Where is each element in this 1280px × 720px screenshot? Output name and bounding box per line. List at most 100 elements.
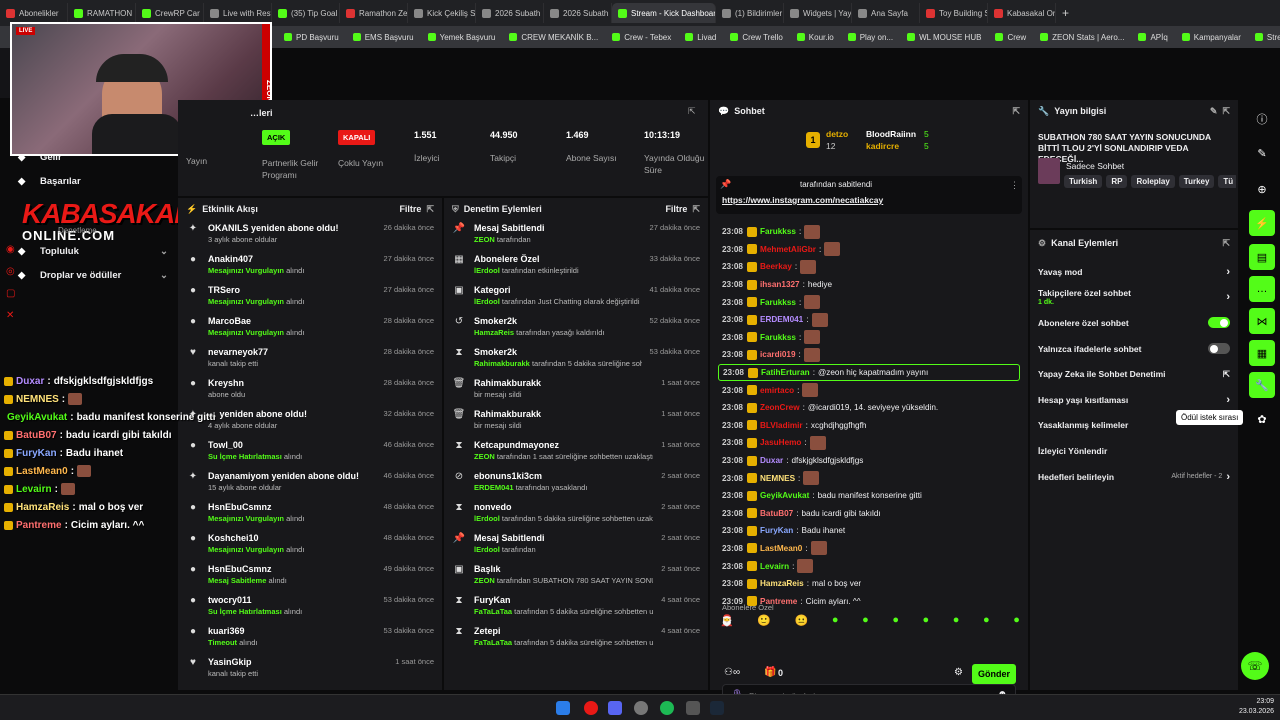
app-icon[interactable] [686, 701, 700, 715]
chat-username[interactable]: Farukkss [760, 227, 796, 236]
category-name[interactable]: Sadece Sohbet [1066, 161, 1124, 171]
list-item[interactable]: ● TRSero Mesajınızı Vurgulayın alındı 27 da… [178, 282, 442, 313]
list-item[interactable]: ● HsnEbuCsmnz Mesajınızı Vurgulayın alındı… [178, 499, 442, 530]
channel-action-item[interactable]: Hesap yaşı kısıtlaması › [1030, 387, 1238, 413]
settings-icon[interactable]: ⚙ [954, 667, 963, 678]
sidebar-item[interactable]: ◆ Topluluk ⌄ [18, 246, 168, 257]
list-item[interactable]: ⧗ Zetepi FaTaLaTaa tarafından 5 dakika sür… [444, 623, 708, 654]
bookmark-item[interactable]: Kampanyalar [1181, 33, 1241, 42]
chat-username[interactable]: FuryKan [760, 526, 793, 535]
list-item[interactable]: ⧗ Ketcapundmayonez ZEON tarafından 1 saat … [444, 437, 708, 468]
browser-tab[interactable]: (35) Tip Goal [272, 3, 340, 23]
browser-tab[interactable]: Stream - Kick Dashboard [612, 3, 716, 23]
browser-tab[interactable]: Live with Rest [204, 3, 272, 23]
bookmark-item[interactable]: WL MOUSE HUB [907, 33, 981, 42]
tag-chip[interactable]: Tü [1218, 175, 1236, 188]
emote-bar[interactable]: 🎅 🙂 😐 ● ● ● ● ● ● ● [720, 614, 1020, 638]
send-button[interactable]: Gönder [972, 664, 1016, 684]
category-thumbnail[interactable] [1038, 158, 1060, 184]
sidebar-item[interactable]: ◆ Başarılar [18, 176, 168, 187]
chat-message[interactable]: 23:08 icardi019: [710, 346, 1028, 364]
list-item[interactable]: ● Towl_00 Su İçme Hatırlatması alındı 46 da… [178, 437, 442, 468]
action-control[interactable] [1208, 317, 1230, 329]
chat-message[interactable]: 23:08 HamzaReis: mal o boş ver [710, 575, 1028, 593]
bookmark-item[interactable]: Play on... [847, 33, 893, 42]
pinned-message[interactable]: 📌 tarafından sabitlendi https://www.inst… [716, 176, 1022, 214]
home-icon[interactable]: ◉ [6, 244, 15, 255]
chat-message[interactable]: 23:08 FuryKan: Badu ihanet [710, 522, 1028, 540]
chat-message[interactable]: 23:08 ERDEM041: [710, 311, 1028, 329]
chat-message[interactable]: 23:08 MehmetAliGbr: [710, 241, 1028, 259]
chat-message[interactable]: 23:08 GeyikAvukat: badu manifest konserine… [710, 487, 1028, 505]
chat-username[interactable]: icardi019 [760, 350, 796, 359]
bookmark-item[interactable]: Yemek Başvuru [427, 33, 495, 42]
chat-message[interactable]: 23:08 NEMNES: [710, 469, 1028, 487]
browser-tab[interactable]: Ana Sayfa [852, 3, 920, 23]
list-item[interactable]: ↺ Smoker2k HamzaReis tarafından yasağı kal… [444, 313, 708, 344]
gift-icon[interactable]: ✿ [1249, 406, 1275, 432]
list-item[interactable]: ▣ Kategori lErdool tarafından Just Chattin… [444, 282, 708, 313]
list-item[interactable]: ⧗ nonvedo lErdool tarafından 5 dakika süre… [444, 499, 708, 530]
chat-icon[interactable]: ▢ [6, 288, 15, 299]
browser-tab[interactable]: RAMATHON [68, 3, 136, 23]
bookmark-item[interactable]: APİq [1138, 33, 1168, 42]
toggle-switch[interactable] [1208, 317, 1230, 329]
activity-filter-button[interactable]: Filtre [399, 204, 421, 214]
sidebar-item[interactable]: ◆ Droplar ve ödüller ⌄ [18, 270, 168, 281]
bookmark-item[interactable]: Livad [685, 33, 716, 42]
support-button[interactable]: ☏ [1241, 652, 1269, 680]
chat-username[interactable]: GeyikAvukat [760, 491, 809, 500]
chat-message[interactable]: 23:08 ZeonCrew: @icardi019, 14. seviyeye y… [710, 399, 1028, 417]
chat-username[interactable]: LastMean0 [760, 544, 802, 553]
list-item[interactable]: ● HsnEbuCsmnz Mesaj Sabitleme alındı 49 dak… [178, 561, 442, 592]
list-item[interactable]: ● Anakin407 Mesajınızı Vurgulayın alındı 27… [178, 251, 442, 282]
list-item[interactable]: ● Koshchei10 Mesajınızı Vurgulayın alındı 4… [178, 530, 442, 561]
action-control[interactable]: › [1226, 266, 1230, 278]
chat-username[interactable]: Levairn [760, 562, 789, 571]
chat-message[interactable]: 23:08 ihsan1327: hediye [710, 276, 1028, 294]
browser-tab[interactable]: Kick Çekiliş S [408, 3, 476, 23]
popout-icon[interactable]: ⇱ [426, 204, 434, 215]
chat-username[interactable]: HamzaReis [760, 579, 804, 588]
bookmark-item[interactable]: EMS Başvuru [352, 33, 414, 42]
gifter-name[interactable]: kadircre [866, 141, 899, 151]
bookmark-item[interactable]: Crew Trello [730, 33, 783, 42]
bookmark-item[interactable]: Streamer Panel [1254, 33, 1280, 42]
popout-icon[interactable]: ⇱ [1012, 106, 1020, 117]
chat-username[interactable]: emirtaco [760, 386, 794, 395]
action-control[interactable]: › [1226, 291, 1230, 303]
chat-message[interactable]: 23:08 BatuB07: badu icardi gibi takıldı [710, 505, 1028, 523]
list-item[interactable]: ▦ Abonelere Özel lErdool tarafından etkinl… [444, 251, 708, 282]
chat-message[interactable]: 23:08 Farukkss: [710, 329, 1028, 347]
list-icon[interactable]: ▦ [1249, 340, 1275, 366]
list-item[interactable]: ● twocry011 Su İçme Hatırlatması alındı 53 … [178, 592, 442, 623]
list-item[interactable]: 📌 Mesaj Sabitlendi lErdool tarafından 2 saa… [444, 530, 708, 561]
chat-message[interactable]: 23:08 Levairn: [710, 557, 1028, 575]
list-item[interactable]: ⊘ ebonuns1ki3cm ERDEM041 tarafından yasakl… [444, 468, 708, 499]
chat-username[interactable]: ERDEM041 [760, 315, 803, 324]
list-item[interactable]: ● Kreyshn abone oldu 28 dakika önce [178, 375, 442, 406]
infinity-icon[interactable]: ⚇∞ [724, 667, 740, 678]
action-control[interactable]: › [1226, 394, 1230, 406]
discord-icon[interactable] [608, 701, 622, 715]
channel-action-item[interactable]: Yavaş mod › [1030, 259, 1238, 285]
gifter-name[interactable]: BloodRaiinn [866, 129, 916, 139]
action-control[interactable]: Aktif hedefler - 2 › [1171, 471, 1230, 483]
chat-username[interactable]: JasuHemo [760, 438, 801, 447]
chat-username[interactable]: Farukkss [760, 298, 796, 307]
browser-tab[interactable]: (1) Bildirimler [716, 3, 784, 23]
list-item[interactable]: ♥ nevarneyok77 kanalı takip etti 28 dakika … [178, 344, 442, 375]
tag-chip[interactable]: Roleplay [1131, 175, 1175, 188]
status-badge[interactable]: KAPALI [338, 130, 376, 145]
wrench-icon[interactable]: 🔧 [1249, 372, 1275, 398]
list-item[interactable]: ● kuari369 Timeout alındı 53 dakika önce [178, 623, 442, 654]
bookmark-item[interactable]: CREW MEKANİK B... [509, 33, 598, 42]
x-icon[interactable]: ✕ [6, 310, 14, 321]
toggle-switch[interactable] [1208, 343, 1230, 355]
channel-action-item[interactable]: Takipçilere özel sohbet 1 dk. › [1030, 285, 1238, 311]
popout-icon[interactable]: ⇱ [1222, 238, 1230, 249]
channel-action-item[interactable]: İzleyici Yönlendir [1030, 438, 1238, 464]
tag-chip[interactable]: Turkish [1064, 175, 1103, 188]
action-control[interactable]: ⇱ [1223, 369, 1230, 380]
obs-icon[interactable] [634, 701, 648, 715]
